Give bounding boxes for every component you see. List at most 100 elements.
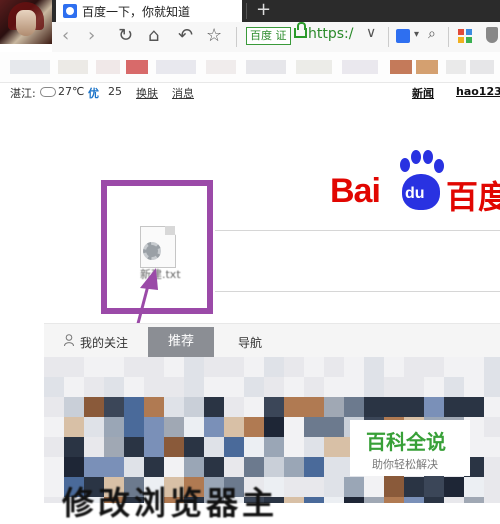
tab-divider: [246, 3, 247, 19]
mosaic-block: [324, 497, 344, 503]
search-engine-dropdown-icon[interactable]: ▾: [414, 29, 419, 40]
location-label[interactable]: 湛江:: [10, 85, 36, 101]
mosaic-block: [344, 357, 364, 377]
logo-latin-text: Bai: [330, 172, 381, 210]
browser-toolbar: ‹ › ↻ ⌂ ↶ ☆ 百度 证 https:/ ∨ ▾ ⌕: [52, 22, 500, 53]
mosaic-block: [224, 397, 244, 417]
mosaic-block: [104, 437, 124, 457]
mosaic-block: [124, 357, 144, 377]
hao123-link[interactable]: hao123: [456, 85, 500, 98]
chevron-down-icon[interactable]: ∨: [366, 25, 376, 41]
user-avatar[interactable]: [0, 0, 52, 44]
mosaic-block: [304, 397, 324, 417]
mosaic-block: [44, 457, 64, 477]
mosaic-block: [44, 497, 64, 503]
mosaic-block: [64, 397, 84, 417]
search-icon[interactable]: ⌕: [428, 26, 436, 42]
mosaic-block: [344, 397, 364, 417]
mosaic-block: [484, 357, 500, 377]
mosaic-block: [264, 357, 284, 377]
mosaic-block: [84, 397, 104, 417]
apps-grid-icon[interactable]: [458, 29, 472, 43]
mosaic-block: [464, 497, 484, 503]
mosaic-block: [44, 397, 64, 417]
mosaic-block: [224, 377, 244, 397]
address-bar[interactable]: 百度 证 https:/: [242, 22, 364, 47]
mosaic-block: [264, 457, 284, 477]
mosaic-block: [184, 437, 204, 457]
tab-navigation[interactable]: 导航: [238, 334, 262, 351]
mosaic-block: [404, 377, 424, 397]
messages-link[interactable]: 消息: [172, 85, 194, 101]
mosaic-block: [304, 377, 324, 397]
mosaic-block: [484, 417, 500, 437]
mosaic-block: [284, 397, 304, 417]
mosaic-block: [124, 377, 144, 397]
tab-my-follow[interactable]: 我的关注: [80, 334, 128, 351]
lock-icon: [294, 22, 307, 38]
back-icon[interactable]: ‹: [62, 24, 69, 48]
mosaic-block: [404, 477, 424, 497]
watermark: 百科全说 助你轻松解决: [350, 420, 470, 476]
mosaic-block: [184, 457, 204, 477]
mosaic-block: [384, 397, 404, 417]
logo-chinese-text: 百度: [446, 178, 500, 216]
mosaic-block: [204, 417, 224, 437]
tab-recommend[interactable]: 推荐: [148, 327, 214, 358]
mosaic-block: [384, 377, 404, 397]
mosaic-block: [144, 357, 164, 377]
mosaic-block: [324, 417, 344, 437]
mosaic-block: [444, 497, 464, 503]
shield-icon[interactable]: [486, 27, 498, 43]
mosaic-block: [164, 417, 184, 437]
temperature: 27℃: [58, 85, 85, 98]
reload-icon[interactable]: ↻: [118, 24, 133, 48]
star-icon[interactable]: ☆: [206, 24, 222, 48]
mosaic-block: [364, 497, 384, 503]
undo-icon[interactable]: ↶: [178, 24, 193, 48]
mosaic-block: [464, 477, 484, 497]
mosaic-block: [84, 457, 104, 477]
bookmark-bar: [0, 52, 500, 83]
mosaic-block: [304, 477, 324, 497]
url-text[interactable]: https:/: [308, 26, 353, 42]
mosaic-block: [384, 497, 404, 503]
watermark-subtitle: 助你轻松解决: [372, 458, 438, 471]
annotation-highlight-box: [101, 180, 213, 314]
mosaic-block: [424, 377, 444, 397]
mosaic-block: [224, 457, 244, 477]
tab-title: 百度一下，你就知道: [82, 5, 191, 19]
mosaic-block: [364, 397, 384, 417]
forward-icon[interactable]: ›: [88, 24, 95, 48]
air-quality-label: 优: [88, 87, 99, 100]
mosaic-block: [44, 417, 64, 437]
mosaic-block: [64, 357, 84, 377]
mosaic-block: [124, 397, 144, 417]
mosaic-block: [324, 477, 344, 497]
mosaic-block: [284, 457, 304, 477]
mosaic-block: [484, 377, 500, 397]
skin-link[interactable]: 换肤: [136, 85, 158, 101]
mosaic-block: [324, 437, 344, 457]
mosaic-block: [44, 437, 64, 457]
news-link[interactable]: 新闻: [412, 85, 434, 101]
mosaic-block: [284, 357, 304, 377]
mosaic-block: [184, 377, 204, 397]
search-input[interactable]: [215, 230, 500, 292]
mosaic-block: [244, 437, 264, 457]
mosaic-block: [424, 397, 444, 417]
mosaic-block: [104, 377, 124, 397]
mosaic-block: [204, 357, 224, 377]
mosaic-block: [384, 357, 404, 377]
mosaic-block: [124, 417, 144, 437]
search-engine-icon[interactable]: [396, 29, 410, 43]
mosaic-block: [104, 397, 124, 417]
mosaic-block: [324, 397, 344, 417]
mosaic-block: [144, 457, 164, 477]
home-icon[interactable]: ⌂: [148, 24, 159, 48]
paw-icon: du: [394, 150, 446, 212]
mosaic-block: [344, 477, 364, 497]
certificate-badge[interactable]: 百度 证: [246, 27, 291, 45]
browser-tab-active[interactable]: 百度一下，你就知道: [56, 0, 242, 22]
new-tab-button[interactable]: +: [256, 0, 271, 20]
